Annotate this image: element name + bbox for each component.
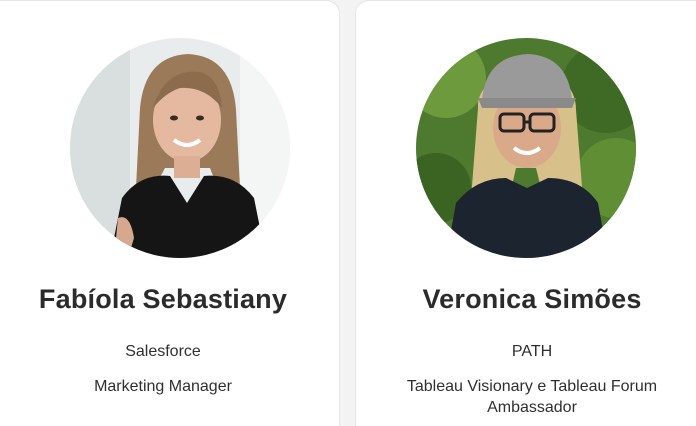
speaker-photo (70, 38, 290, 258)
speaker-company: PATH (511, 343, 553, 360)
speaker-photo (416, 38, 636, 258)
speaker-company: Salesforce (125, 343, 201, 360)
speaker-card: Fabíola Sebastiany Salesforce Marketing … (0, 0, 340, 426)
speaker-name: Veronica Simões (422, 284, 642, 314)
speaker-role: Tableau Visionary e Tableau Forum Ambass… (406, 378, 658, 416)
speaker-name: Fabíola Sebastiany (38, 284, 288, 314)
speakers-section: Fabíola Sebastiany Salesforce Marketing … (0, 0, 696, 426)
speaker-role: Marketing Manager (94, 378, 232, 395)
speaker-card: Veronica Simões PATH Tableau Visionary e… (355, 0, 696, 426)
